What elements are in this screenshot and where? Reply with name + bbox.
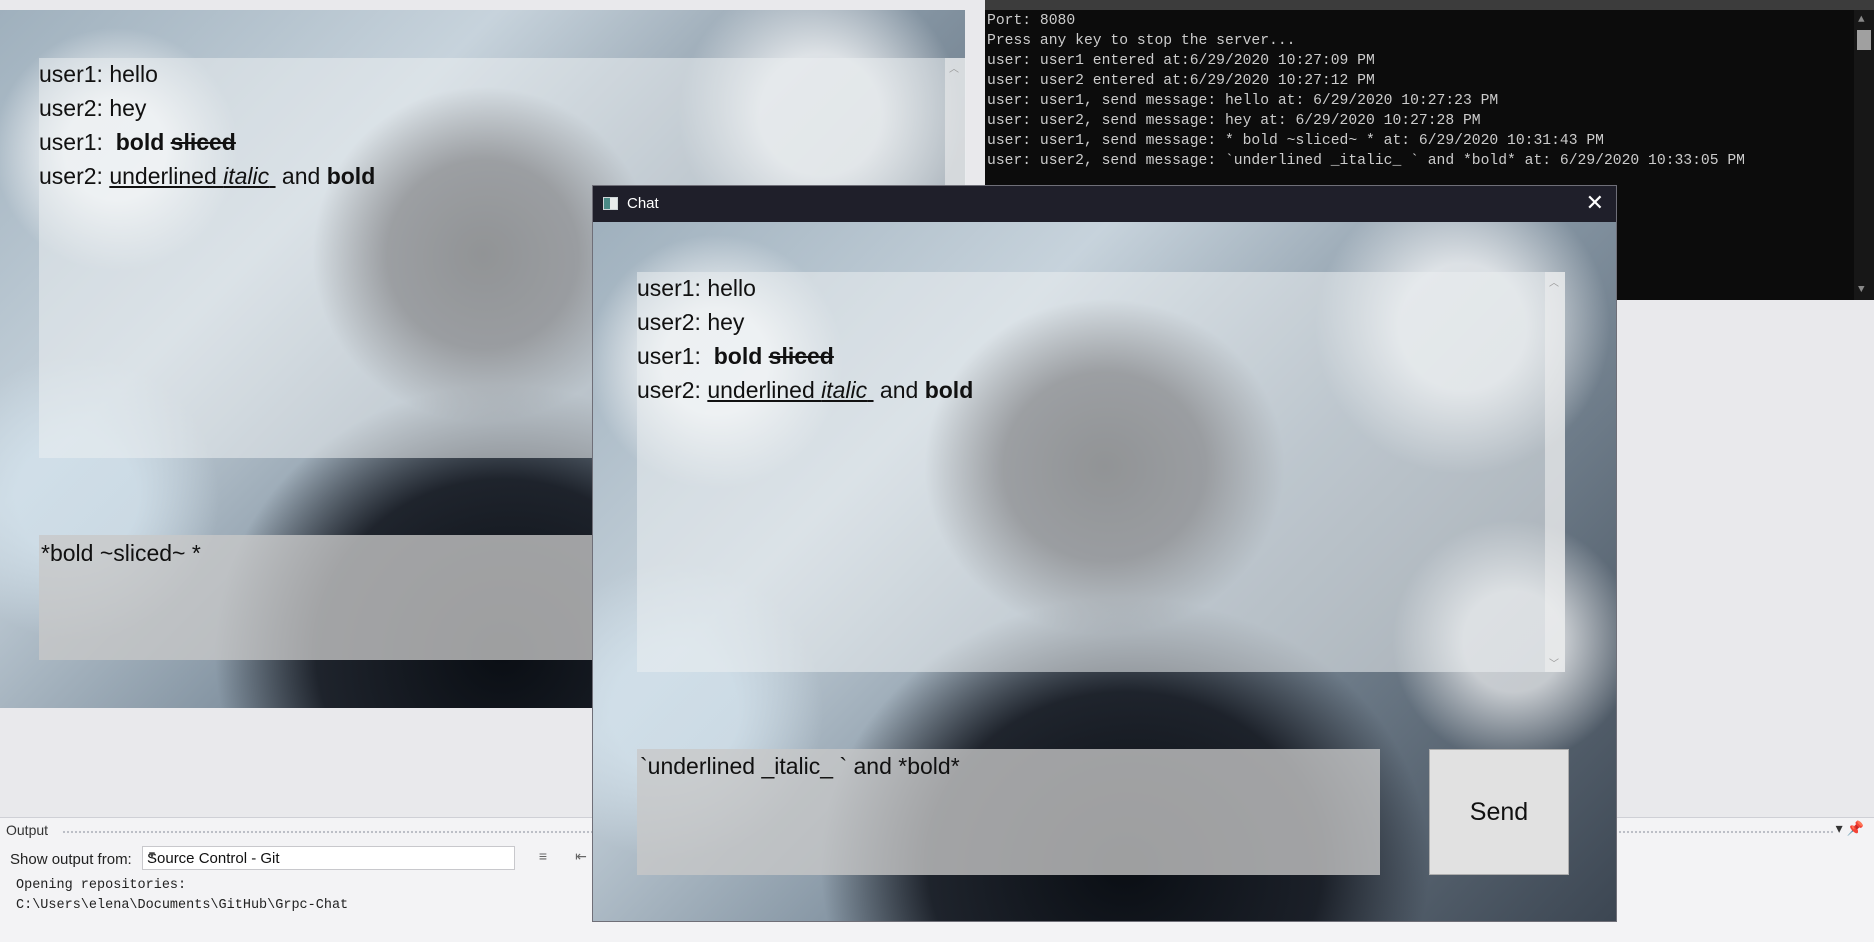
- console-output: Port: 8080 Press any key to stop the ser…: [987, 13, 1745, 169]
- message-line: user1: bold sliced: [637, 343, 834, 369]
- console-titlebar: [985, 0, 1874, 10]
- output-title: Output: [6, 822, 49, 838]
- messages-scrollbar[interactable]: ︿ ﹀: [1545, 272, 1565, 672]
- scroll-down-icon[interactable]: ▼: [1858, 284, 1865, 296]
- console-scrollbar[interactable]: ▲ ▼: [1854, 10, 1874, 300]
- window-titlebar[interactable]: Chat ✕: [593, 186, 1616, 222]
- message-line: user1: bold sliced: [39, 129, 236, 155]
- pin-icon[interactable]: ▾ 📌: [1836, 820, 1864, 837]
- output-messages: Opening repositories: C:\Users\elena\Doc…: [16, 878, 349, 913]
- clear-output-icon[interactable]: ≡: [533, 848, 553, 868]
- scroll-thumb[interactable]: [1857, 30, 1871, 50]
- scroll-up-icon[interactable]: ︿: [1549, 274, 1559, 289]
- chat-window: Chat ✕ user1: hello user2: hey user1: bo…: [592, 185, 1617, 922]
- message-line: user1: hello: [39, 61, 158, 87]
- scroll-down-icon[interactable]: ﹀: [1549, 655, 1559, 670]
- chevron-down-icon: ▼: [147, 850, 157, 861]
- app-icon: [603, 197, 618, 210]
- close-icon[interactable]: ✕: [1586, 190, 1604, 216]
- window-title: Chat: [627, 195, 659, 212]
- word-wrap-icon[interactable]: ⇤: [571, 848, 591, 868]
- scroll-up-icon[interactable]: ▲: [1858, 14, 1865, 26]
- message-input[interactable]: `underlined _italic_ ` and *bold*: [637, 749, 1380, 875]
- message-line: user2: hey: [637, 309, 745, 335]
- message-line: user2: underlined italic and bold: [637, 377, 974, 403]
- message-line: user2: hey: [39, 95, 147, 121]
- send-button[interactable]: Send: [1429, 749, 1569, 875]
- message-line: user1: hello: [637, 275, 756, 301]
- message-line: user2: underlined italic and bold: [39, 163, 376, 189]
- output-source-select[interactable]: Source Control - Git ▼: [142, 846, 515, 870]
- scroll-up-icon[interactable]: ︿: [949, 60, 959, 75]
- message-input[interactable]: *bold ~sliced~ *: [39, 535, 599, 660]
- messages-area[interactable]: user1: hello user2: hey user1: bold slic…: [637, 272, 1565, 672]
- show-output-label: Show output from:: [10, 851, 132, 868]
